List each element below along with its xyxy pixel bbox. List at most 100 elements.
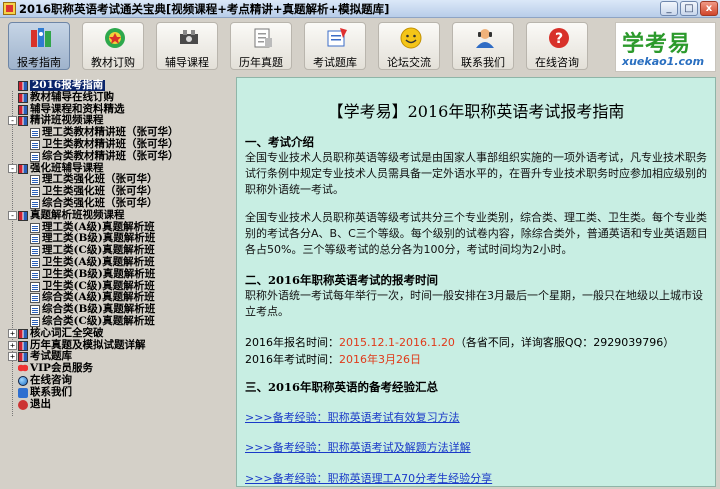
toolbar-label: 报考指南 [17,56,61,69]
toolbar-label: 考试题库 [313,56,357,69]
tree-item[interactable]: 联系我们 [30,386,72,398]
tree-doc-icon [30,140,40,150]
paragraph: 全国专业技术人员职称英语等级考试是由国家人事部组织实施的一项外语考试，凡专业技术… [245,151,707,196]
tree-item[interactable]: 理工类(C级)真题解析班 [42,245,155,256]
contact-icon [476,29,494,48]
tree-book-icon [18,352,28,363]
tree-expander[interactable]: + [8,340,17,350]
tree-doc-icon [30,269,40,280]
toolbar-button-contact[interactable]: 联系我们 [452,22,514,70]
toolbar-button-question-bank[interactable]: 考试题库 [304,22,366,70]
tree-doc-icon [30,317,40,327]
tree-book-icon [18,328,28,339]
toolbar-label: 论坛交流 [387,56,431,69]
toolbar-button-guide[interactable]: 报考指南 [8,22,70,70]
toolbar-button-online-help[interactable]: ? 在线咨询 [526,22,588,70]
tree-expander[interactable]: - [8,210,17,220]
registration-time: 2016年报名时间：2015.12.1-2016.1.20（各省不同，详询客服Q… [245,334,674,350]
tree-guide-line [12,91,13,416]
tree-item[interactable]: 教材辅导在线订购 [30,91,114,103]
tree-expander[interactable]: + [8,328,17,338]
tree-doc-icon [30,258,40,268]
tree-doc-icon [30,234,40,245]
tree-item[interactable]: 卫生类强化班（张可华） [42,186,158,197]
tree-doc-icon [30,293,40,304]
toolbar-button-course[interactable]: 辅导课程 [156,22,218,70]
tree-book-icon [18,104,28,115]
registration-note: （各省不同，详询客服QQ：2929039796） [454,336,675,349]
tree-item[interactable]: 理工类(A级)真题解析班 [42,221,155,233]
help-icon: ? [549,28,569,48]
tree-expander[interactable]: - [8,116,17,126]
tree-item[interactable]: 理工类教材精讲班（张可华） [42,127,179,138]
window-title: 2016职称英语考试通关宝典[视频课程+考点精讲+真题解析+模拟题库] [19,2,390,16]
registration-label: 2016年报名时间： [245,336,339,349]
tree-exit-icon [18,399,28,410]
tree-heart-icon [18,364,28,375]
tree-item[interactable]: 卫生类(C级)真题解析班 [42,280,155,292]
tree-book-icon [18,210,28,221]
order-icon [105,28,125,48]
toolbar-label: 历年真题 [239,56,283,69]
registration-value: 2015.12.1-2016.1.20 [339,336,455,349]
toolbar-label: 教材订购 [91,56,135,69]
tree-item[interactable]: 卫生类教材精讲班（张可华） [42,139,179,150]
tree-doc-icon [30,175,40,186]
tree-item[interactable]: 理工类(B级)真题解析班 [42,233,155,244]
experience-link[interactable]: >>>备考经验：职称英语理工A70分考生经验分享 [245,470,492,486]
guide-icon [31,28,51,47]
tree-item[interactable]: 考试题库 [30,351,72,362]
toolbar-label: 在线咨询 [535,56,579,69]
tree-doc-icon [30,187,40,198]
tree-book-icon [18,81,28,91]
tree-item[interactable]: 综合类(A级)真题解析班 [42,292,155,303]
tree-item[interactable]: 真题解析班视频课程 [30,209,125,221]
paragraph: 职称外语统一考试每年举行一次，时间一般安排在3月最后一个星期，一般只在地级以上城… [245,289,703,318]
tree-item[interactable]: 强化班辅导课程 [30,162,104,174]
minimize-button[interactable]: _ [660,1,678,16]
toolbar-button-past-exams[interactable]: 历年真题 [230,22,292,70]
logo-text-en: xuekao1.com [622,55,705,68]
tree-item[interactable]: 综合类(C级)真题解析班 [42,316,155,327]
tree-expander[interactable]: + [8,352,17,362]
tree-item[interactable]: 辅导课程和资料精选 [30,103,125,115]
tree-item[interactable]: 核心词汇全突破 [30,327,104,339]
tree-item[interactable]: 理工类强化班（张可华） [42,174,158,185]
tree-doc-icon [30,246,40,257]
close-button[interactable]: x [700,1,718,16]
tree-doc-icon [30,128,40,139]
toolbar-button-forum[interactable]: 论坛交流 [378,22,440,70]
tree-book-icon [18,163,28,174]
section-title: 三、2016年职称英语的备考经验汇总 [245,380,439,394]
tree-book-icon [18,340,28,351]
brand-logo: 学考易 xuekao1.com [615,22,716,72]
course-icon [180,30,198,44]
tree-item[interactable]: VIP会员服务 [30,363,93,374]
experience-link[interactable]: >>>备考经验：职称英语考试有效复习方法 [245,409,460,425]
exam-value: 2016年3月26日 [339,353,421,366]
tree-item[interactable]: 历年真题及模拟试题详解 [30,339,146,351]
nav-tree: 2016报考指南 教材辅导在线订购 辅导课程和资料精选 - 精讲班视频课程 理工类教材精讲… [4,77,229,487]
tree-expander[interactable]: - [8,163,17,173]
tree-doc-icon [30,199,40,209]
tree-doc-icon [30,151,40,162]
experience-link[interactable]: >>>备考经验：职称英语考试及解题方法详解 [245,439,471,455]
tree-item[interactable]: 2016报考指南 [30,80,106,91]
toolbar-button-order[interactable]: 教材订购 [82,22,144,70]
tree-item[interactable]: 在线咨询 [30,375,72,386]
content-panel: 【学考易】2016年职称英语考试报考指南 一、考试介绍 全国专业技术人员职称英语… [236,77,716,487]
tree-phone-icon [18,387,28,398]
tree-item[interactable]: 综合类教材精讲班（张可华） [42,150,179,162]
toolbar-label: 联系我们 [461,56,505,69]
tree-item[interactable]: 退出 [30,398,51,410]
logo-text-cn: 学考易 [622,31,692,57]
tree-globe-icon [18,376,28,386]
tree-item[interactable]: 卫生类(B级)真题解析班 [42,268,155,280]
tree-item[interactable]: 卫生类(A级)真题解析班 [42,257,155,268]
page-title: 【学考易】2016年职称英语考试报考指南 [327,102,625,121]
forum-icon [400,27,422,49]
tree-item[interactable]: 综合类(B级)真题解析班 [42,304,155,315]
tree-item[interactable]: 综合类强化班（张可华） [42,198,158,209]
tree-item[interactable]: 精讲班视频课程 [30,115,104,126]
maximize-button[interactable]: □ [680,1,698,16]
